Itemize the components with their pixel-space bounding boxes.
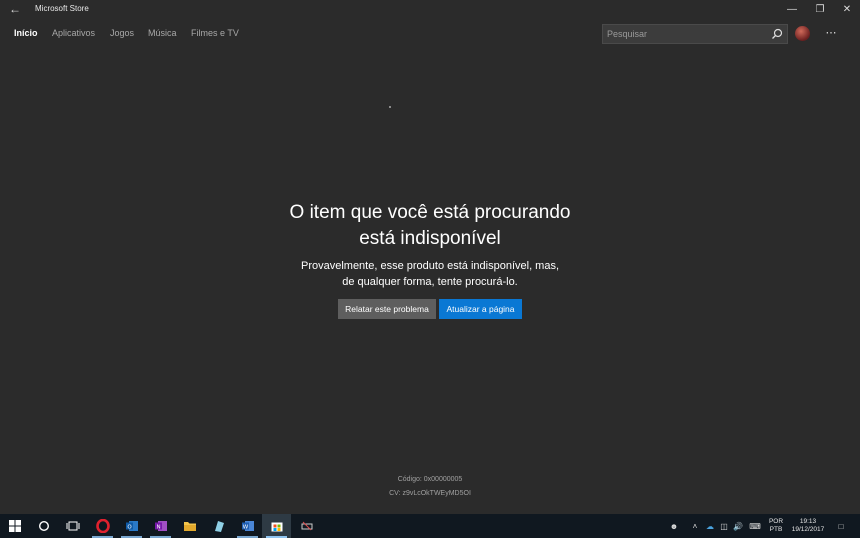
keyboard-icon[interactable]: ⌨ (747, 514, 763, 538)
volume-icon[interactable]: 🔊 (731, 514, 745, 538)
error-message: Provavelmente, esse produto está indispo… (255, 258, 605, 290)
snipping-tool-icon (301, 521, 312, 531)
taskbar-file-explorer[interactable] (175, 514, 204, 538)
outlook-icon: O (125, 521, 138, 531)
refresh-page-button[interactable]: Atualizar a página (439, 299, 522, 319)
taskbar: O N W ☻ ˄ ☁ ◫ 🔊 ⌨ POR PTB 19:13 19/12/20… (0, 514, 860, 538)
network-icon[interactable]: ◫ (717, 514, 731, 538)
taskbar-outlook[interactable]: O (117, 514, 146, 538)
show-hidden-icons-chevron-up-icon[interactable]: ˄ (688, 514, 702, 538)
nav-item-inicio[interactable]: Início (14, 28, 38, 38)
error-code: Código: 0x00000005 (397, 476, 463, 483)
svg-text:O: O (127, 524, 132, 530)
title-bar: ← Microsoft Store — ❐ ✕ (0, 0, 860, 19)
back-arrow-icon[interactable]: ← (6, 2, 24, 17)
cortana-circle-icon (38, 520, 49, 532)
error-title-line1: O item que você está procurando (289, 202, 571, 223)
error-message-line1: Provavelmente, esse produto está indispo… (300, 260, 560, 272)
search-box[interactable] (602, 24, 788, 44)
folder-icon (183, 522, 196, 531)
keyboard-layout: PTB (769, 526, 783, 533)
error-title-line2: está indisponível (359, 228, 501, 249)
opera-icon (95, 519, 110, 533)
paint-icon (214, 521, 224, 532)
input-language[interactable]: POR PTB (766, 518, 786, 534)
store-icon (271, 522, 282, 532)
loading-indicator (389, 106, 391, 108)
minimize-icon[interactable]: — (778, 0, 806, 19)
clock-date: 19/12/2017 (791, 526, 825, 533)
nav-item-musica[interactable]: Música (148, 28, 177, 38)
window-title: Microsoft Store (35, 4, 89, 13)
nav-item-filmes-tv[interactable]: Filmes e TV (191, 28, 239, 38)
taskbar-opera[interactable] (88, 514, 117, 538)
cortana-button[interactable] (29, 514, 58, 538)
word-icon: W (241, 521, 254, 531)
onedrive-cloud-icon[interactable]: ☁ (703, 514, 717, 538)
onenote-icon: N (154, 521, 167, 531)
nav-item-jogos[interactable]: Jogos (110, 28, 134, 38)
task-view-icon (66, 521, 79, 531)
taskbar-paint3d[interactable] (204, 514, 233, 538)
action-center-icon[interactable]: □ (832, 514, 850, 538)
correlation-vector: CV: z9vLcOkTWEyMD5OI (389, 490, 471, 497)
language-code: POR (768, 518, 784, 525)
search-input[interactable] (607, 26, 767, 42)
clock-time: 19:13 (799, 518, 817, 525)
taskbar-word[interactable]: W (233, 514, 262, 538)
error-message-line2: de qualquer forma, tente procurá-lo. (342, 276, 518, 288)
restore-icon[interactable]: ❐ (806, 0, 834, 19)
taskbar-onenote[interactable]: N (146, 514, 175, 538)
svg-text:W: W (242, 524, 248, 530)
clock[interactable]: 19:13 19/12/2017 (788, 518, 828, 534)
report-problem-button[interactable]: Relatar este problema (338, 299, 436, 319)
nav-item-aplicativos[interactable]: Aplicativos (52, 28, 95, 38)
search-icon[interactable] (770, 27, 784, 41)
taskbar-snipping-tool[interactable] (292, 514, 321, 538)
close-icon[interactable]: ✕ (833, 0, 860, 19)
taskbar-microsoft-store[interactable] (262, 514, 291, 538)
error-title: O item que você está procurando está ind… (250, 200, 610, 252)
windows-logo-icon (8, 520, 21, 532)
more-options-icon[interactable]: ⋯ (822, 25, 840, 41)
svg-text:N: N (156, 524, 160, 530)
people-icon[interactable]: ☻ (666, 514, 682, 538)
start-button[interactable] (0, 514, 29, 538)
avatar[interactable] (795, 26, 810, 41)
task-view-button[interactable] (58, 514, 87, 538)
